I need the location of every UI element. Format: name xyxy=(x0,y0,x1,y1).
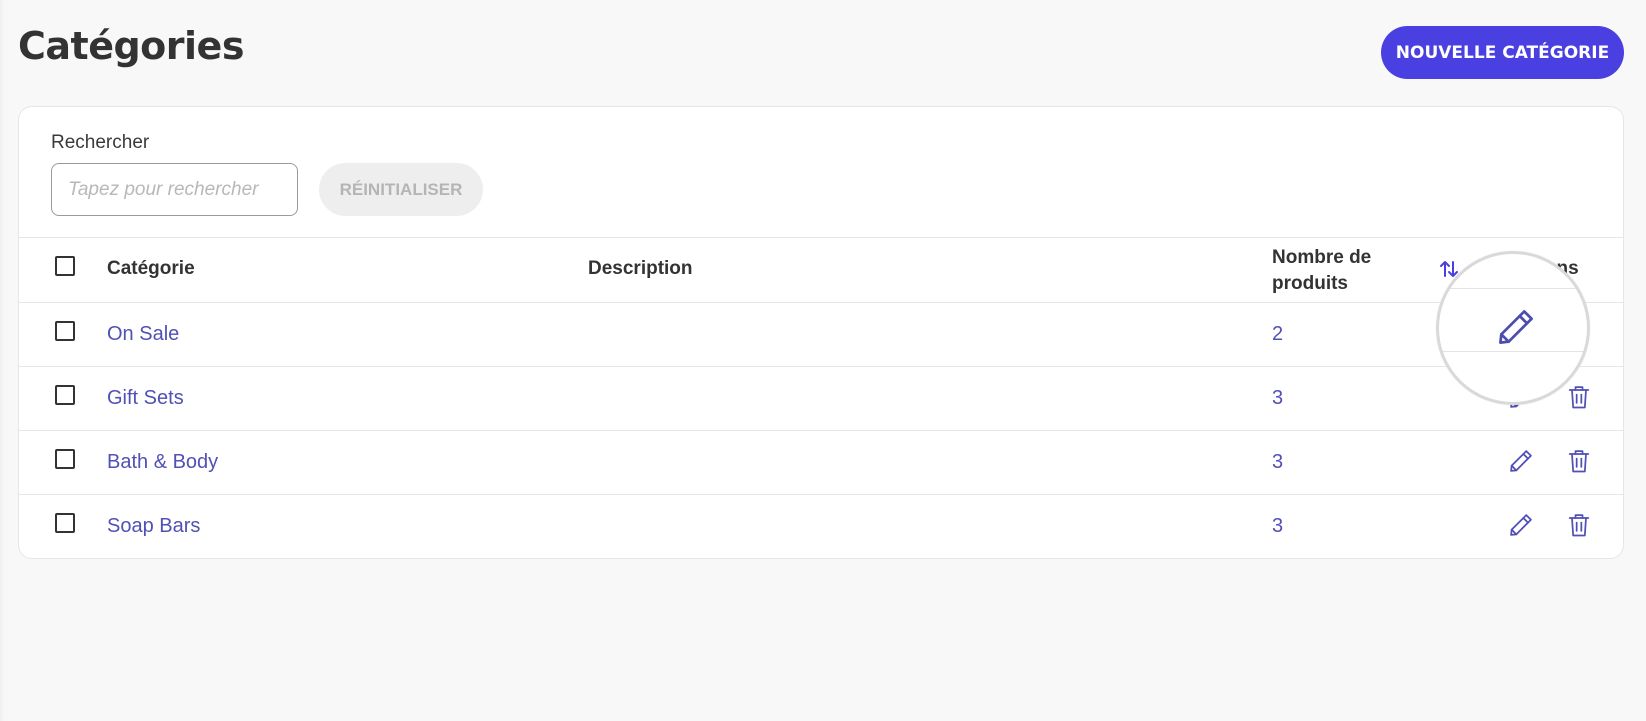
trash-icon[interactable] xyxy=(1565,447,1593,475)
lens-divider xyxy=(1439,351,1587,352)
category-name-link[interactable]: Gift Sets xyxy=(107,387,184,410)
categories-card: Rechercher RÉINITIALISER Catégorie Descr… xyxy=(18,106,1624,559)
row-checkbox[interactable] xyxy=(55,513,75,533)
table-body: On Sale 2 Gift Sets 3 Bath & Body 3 Soap Bars 3 xyxy=(19,302,1623,558)
page-title: Catégories xyxy=(18,24,244,68)
column-header-count[interactable]: Nombre de produits xyxy=(1272,245,1392,297)
zoom-magnifier xyxy=(1436,251,1590,405)
column-header-category[interactable]: Catégorie xyxy=(107,258,195,280)
categories-table: Catégorie Description Nombre de produits… xyxy=(19,237,1623,558)
left-edge xyxy=(0,0,5,721)
trash-icon[interactable] xyxy=(1565,511,1593,539)
category-name-link[interactable]: Soap Bars xyxy=(107,515,200,538)
reset-button[interactable]: RÉINITIALISER xyxy=(319,163,483,216)
product-count-link[interactable]: 3 xyxy=(1272,451,1283,474)
row-checkbox[interactable] xyxy=(55,449,75,469)
product-count-link[interactable]: 2 xyxy=(1272,323,1283,346)
pencil-icon[interactable] xyxy=(1494,305,1538,349)
product-count-link[interactable]: 3 xyxy=(1272,515,1283,538)
row-checkbox[interactable] xyxy=(55,385,75,405)
pencil-icon[interactable] xyxy=(1507,511,1535,539)
column-header-description: Description xyxy=(588,258,693,279)
category-name-link[interactable]: Bath & Body xyxy=(107,451,218,474)
lens-divider xyxy=(1439,288,1587,289)
table-row: On Sale 2 xyxy=(19,302,1623,366)
table-row: Bath & Body 3 xyxy=(19,430,1623,494)
table-row: Soap Bars 3 xyxy=(19,494,1623,558)
category-name-link[interactable]: On Sale xyxy=(107,323,179,346)
product-count-link[interactable]: 3 xyxy=(1272,387,1283,410)
trash-icon[interactable] xyxy=(1565,383,1593,411)
search-label: Rechercher xyxy=(51,132,150,153)
new-category-button[interactable]: NOUVELLE CATÉGORIE xyxy=(1381,26,1624,79)
pencil-icon[interactable] xyxy=(1507,447,1535,475)
search-input[interactable] xyxy=(51,163,298,216)
select-all-checkbox[interactable] xyxy=(55,256,75,276)
row-checkbox[interactable] xyxy=(55,321,75,341)
table-row: Gift Sets 3 xyxy=(19,366,1623,430)
table-header-row: Catégorie Description Nombre de produits… xyxy=(19,237,1623,302)
